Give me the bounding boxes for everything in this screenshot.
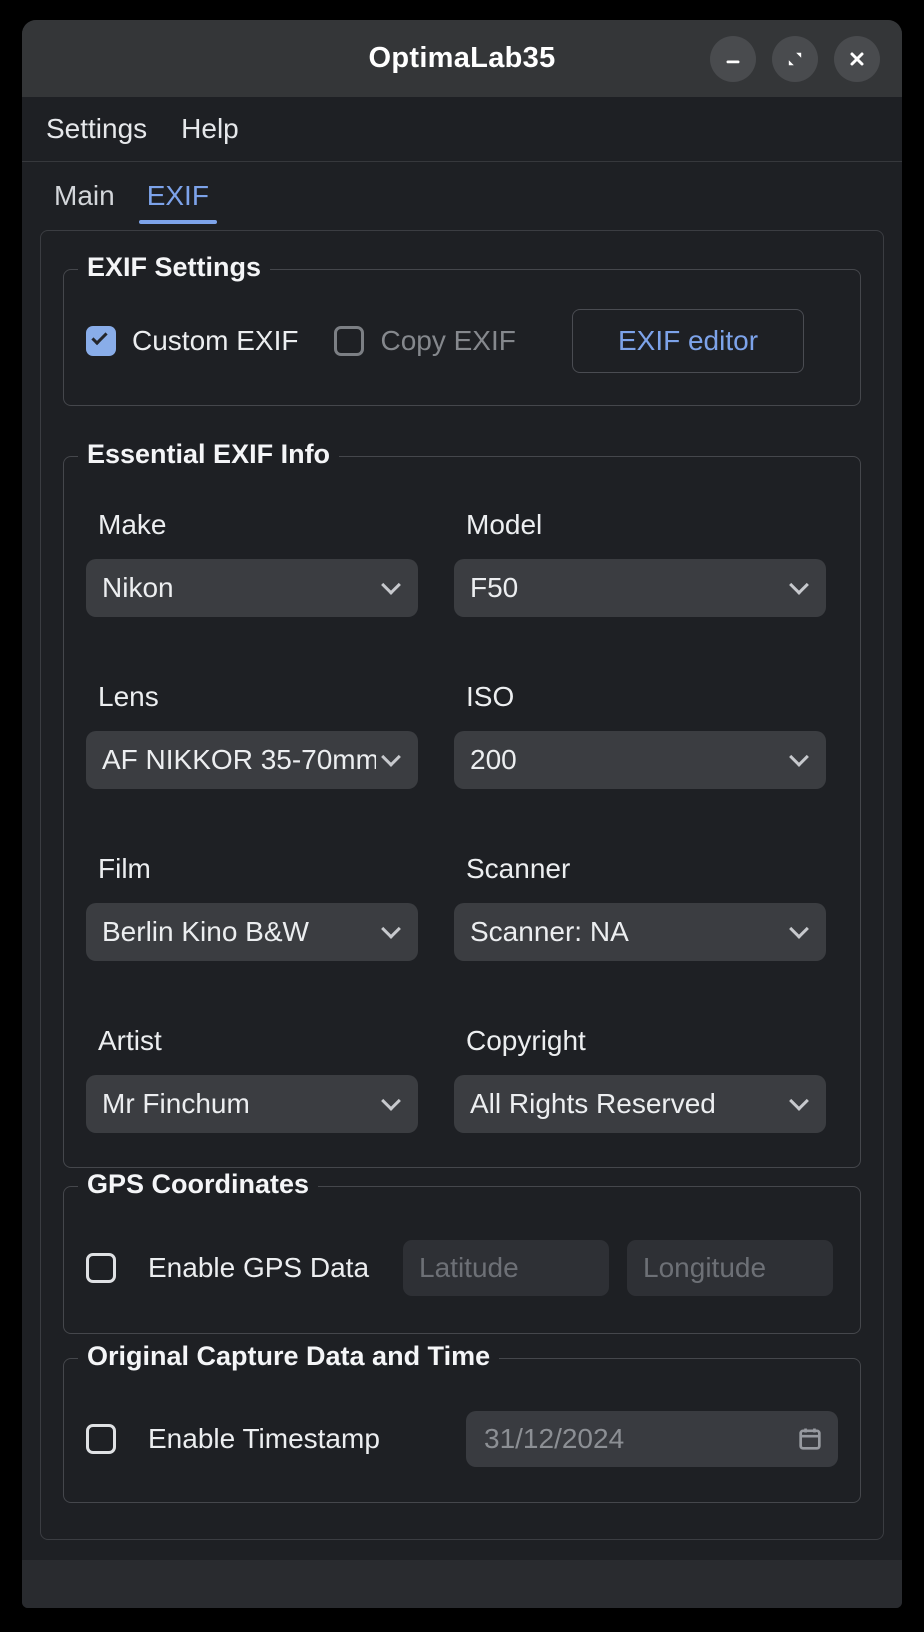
minimize-button[interactable]	[710, 36, 756, 82]
custom-exif-checkbox[interactable]	[86, 326, 116, 356]
copyright-label: Copyright	[466, 1025, 826, 1057]
calendar-icon	[796, 1425, 824, 1453]
chevron-down-icon	[381, 575, 401, 595]
film-dropdown[interactable]: Berlin Kino B&W	[86, 903, 418, 961]
menubar: Settings Help	[22, 97, 902, 162]
app-window: OptimaLab35 Settings Help Main EXIF EXIF…	[22, 20, 902, 1608]
lens-field: Lens AF NIKKOR 35-70mm	[86, 681, 418, 789]
iso-field: ISO 200	[454, 681, 826, 789]
enable-timestamp-checkbox[interactable]	[86, 1424, 116, 1454]
model-field: Model F50	[454, 509, 826, 617]
titlebar: OptimaLab35	[22, 20, 902, 97]
lens-label: Lens	[98, 681, 418, 713]
scanner-label: Scanner	[466, 853, 826, 885]
enable-gps-label: Enable GPS Data	[148, 1252, 369, 1284]
chevron-down-icon	[789, 575, 809, 595]
field-row: Lens AF NIKKOR 35-70mm ISO 200	[86, 681, 838, 789]
copyright-dropdown[interactable]: All Rights Reserved	[454, 1075, 826, 1133]
tab-bar: Main EXIF	[22, 162, 902, 230]
make-dropdown[interactable]: Nikon	[86, 559, 418, 617]
exif-settings-group: EXIF Settings Custom EXIF Copy EXIF EXIF…	[63, 269, 861, 406]
field-row: Artist Mr Finchum Copyright All Rights R…	[86, 1025, 838, 1133]
menu-help[interactable]: Help	[181, 113, 239, 145]
enable-timestamp-label: Enable Timestamp	[148, 1423, 380, 1455]
artist-field: Artist Mr Finchum	[86, 1025, 418, 1133]
chevron-down-icon	[789, 747, 809, 767]
group-title-timestamp: Original Capture Data and Time	[78, 1341, 499, 1372]
scanner-dropdown[interactable]: Scanner: NA	[454, 903, 826, 961]
film-field: Film Berlin Kino B&W	[86, 853, 418, 961]
gps-group: GPS Coordinates Enable GPS Data	[63, 1186, 861, 1334]
window-controls	[710, 20, 880, 97]
artist-label: Artist	[98, 1025, 418, 1057]
scanner-field: Scanner Scanner: NA	[454, 853, 826, 961]
copyright-field: Copyright All Rights Reserved	[454, 1025, 826, 1133]
custom-exif-label: Custom EXIF	[132, 325, 298, 357]
status-bar	[22, 1560, 902, 1608]
make-label: Make	[98, 509, 418, 541]
lens-dropdown[interactable]: AF NIKKOR 35-70mm	[86, 731, 418, 789]
chevron-down-icon	[789, 1091, 809, 1111]
group-title-essential: Essential EXIF Info	[78, 439, 339, 470]
exif-editor-button[interactable]: EXIF editor	[572, 309, 804, 373]
chevron-down-icon	[381, 747, 401, 767]
longitude-input	[627, 1240, 833, 1296]
group-title-exif-settings: EXIF Settings	[78, 252, 270, 283]
date-value: 31/12/2024	[484, 1423, 796, 1455]
make-field: Make Nikon	[86, 509, 418, 617]
model-dropdown[interactable]: F50	[454, 559, 826, 617]
chevron-down-icon	[789, 919, 809, 939]
enable-gps-checkbox[interactable]	[86, 1253, 116, 1283]
chevron-down-icon	[381, 919, 401, 939]
menu-settings[interactable]: Settings	[46, 113, 147, 145]
model-label: Model	[466, 509, 826, 541]
field-row: Film Berlin Kino B&W Scanner Scanner: NA	[86, 853, 838, 961]
group-title-gps: GPS Coordinates	[78, 1169, 318, 1200]
tab-main[interactable]: Main	[52, 180, 117, 212]
copy-exif-checkbox	[334, 326, 364, 356]
field-row: Make Nikon Model F50	[86, 509, 838, 617]
iso-label: ISO	[466, 681, 826, 713]
artist-dropdown[interactable]: Mr Finchum	[86, 1075, 418, 1133]
tab-exif[interactable]: EXIF	[145, 180, 211, 212]
copy-exif-label: Copy EXIF	[380, 325, 515, 357]
maximize-restore-icon	[785, 49, 805, 69]
essential-exif-group: Essential EXIF Info Make Nikon Model F50	[63, 456, 861, 1168]
film-label: Film	[98, 853, 418, 885]
latitude-input	[403, 1240, 609, 1296]
close-icon	[847, 49, 867, 69]
iso-dropdown[interactable]: 200	[454, 731, 826, 789]
close-button[interactable]	[834, 36, 880, 82]
minimize-icon	[723, 49, 743, 69]
maximize-button[interactable]	[772, 36, 818, 82]
checkmark-icon	[91, 328, 107, 344]
exif-tab-panel: EXIF Settings Custom EXIF Copy EXIF EXIF…	[40, 230, 884, 1540]
chevron-down-icon	[381, 1091, 401, 1111]
date-input: 31/12/2024	[466, 1411, 838, 1467]
timestamp-group: Original Capture Data and Time Enable Ti…	[63, 1358, 861, 1503]
